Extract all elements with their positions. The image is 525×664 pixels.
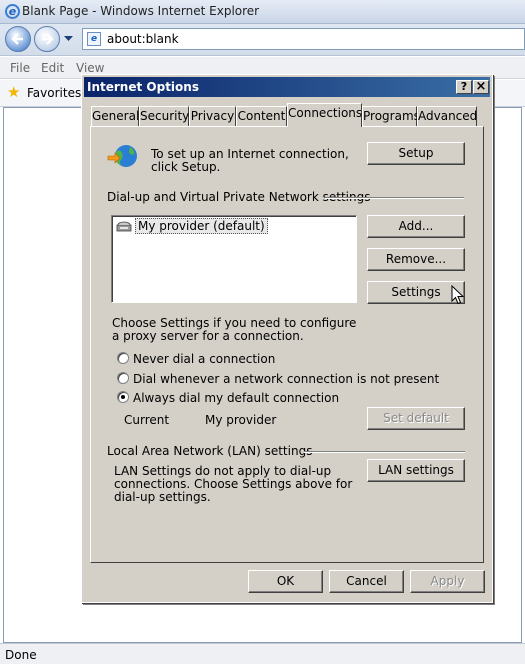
favorites-star-icon: ★: [7, 83, 21, 101]
dialup-phone-icon: [116, 221, 132, 232]
address-input[interactable]: about:blank: [107, 32, 179, 46]
apply-button[interactable]: Apply: [410, 570, 485, 593]
tab-content[interactable]: Content: [236, 106, 287, 126]
connection-wizard-globe-icon: [107, 145, 137, 167]
lan-settings-button[interactable]: LAN settings: [367, 459, 465, 482]
tab-general[interactable]: General: [91, 106, 139, 126]
never-dial-label[interactable]: Never dial a connection: [133, 352, 275, 366]
dialog-title: Internet Options: [87, 80, 199, 94]
back-button[interactable]: [5, 26, 31, 52]
favorites-button[interactable]: Favorites: [27, 86, 81, 100]
status-text: Done: [5, 648, 37, 662]
tab-advanced[interactable]: Advanced: [417, 106, 477, 126]
dial-when-no-network-radio[interactable]: [117, 372, 129, 384]
cancel-button[interactable]: Cancel: [329, 570, 404, 593]
always-dial-label[interactable]: Always dial my default connection: [133, 391, 339, 405]
lan-group-heading: Local Area Network (LAN) settings: [107, 444, 313, 458]
ie-title-bar: e Blank Page - Windows Internet Explorer: [0, 0, 525, 24]
tab-connections[interactable]: Connections: [287, 103, 362, 127]
tab-programs[interactable]: Programs: [362, 106, 420, 126]
recent-pages-dropdown-icon[interactable]: [64, 36, 73, 42]
remove-button[interactable]: Remove...: [367, 248, 465, 271]
menu-file[interactable]: File: [10, 61, 30, 75]
close-button[interactable]: ×: [473, 80, 489, 94]
ok-button[interactable]: OK: [248, 570, 323, 593]
status-bar: Done: [0, 643, 525, 664]
setup-button[interactable]: Setup: [367, 142, 465, 165]
dialog-title-bar: Internet Options ? ×: [84, 77, 490, 97]
back-arrow-icon: [11, 33, 23, 45]
always-dial-radio[interactable]: [117, 391, 129, 403]
connection-list-item[interactable]: My provider (default): [116, 218, 268, 234]
menu-view[interactable]: View: [76, 61, 104, 75]
help-button[interactable]: ?: [456, 80, 472, 94]
lan-description: LAN Settings do not apply to dial-up con…: [114, 464, 353, 504]
forward-button[interactable]: [34, 26, 60, 52]
ie-logo-icon: e: [5, 4, 20, 19]
add-button[interactable]: Add...: [367, 215, 465, 238]
mouse-cursor-icon: [451, 285, 464, 305]
menu-edit[interactable]: Edit: [41, 61, 64, 75]
proxy-hint-text: Choose Settings if you need to configure…: [112, 316, 357, 343]
ie-window-title: Blank Page - Windows Internet Explorer: [22, 4, 260, 18]
never-dial-radio[interactable]: [117, 352, 129, 364]
internet-options-dialog: Internet Options ? × General Security Pr…: [81, 74, 493, 603]
dialup-group-divider: [325, 197, 464, 199]
current-connection-value: My provider: [205, 413, 277, 427]
current-label: Current: [124, 413, 170, 427]
setup-description: To set up an Internet connection, click …: [151, 147, 349, 174]
page-icon: e: [87, 32, 101, 46]
lan-group-divider: [304, 451, 465, 453]
address-bar[interactable]: e about:blank: [82, 28, 525, 50]
tab-privacy[interactable]: Privacy: [189, 106, 236, 126]
tab-security[interactable]: Security: [139, 106, 189, 126]
set-default-button[interactable]: Set default: [367, 407, 465, 430]
dial-when-no-network-label[interactable]: Dial whenever a network connection is no…: [133, 372, 439, 386]
radio-selected-dot: [121, 395, 125, 399]
navigation-bar: e about:blank: [0, 24, 525, 56]
connections-listbox[interactable]: My provider (default): [111, 215, 357, 303]
forward-arrow-icon: [42, 33, 54, 45]
